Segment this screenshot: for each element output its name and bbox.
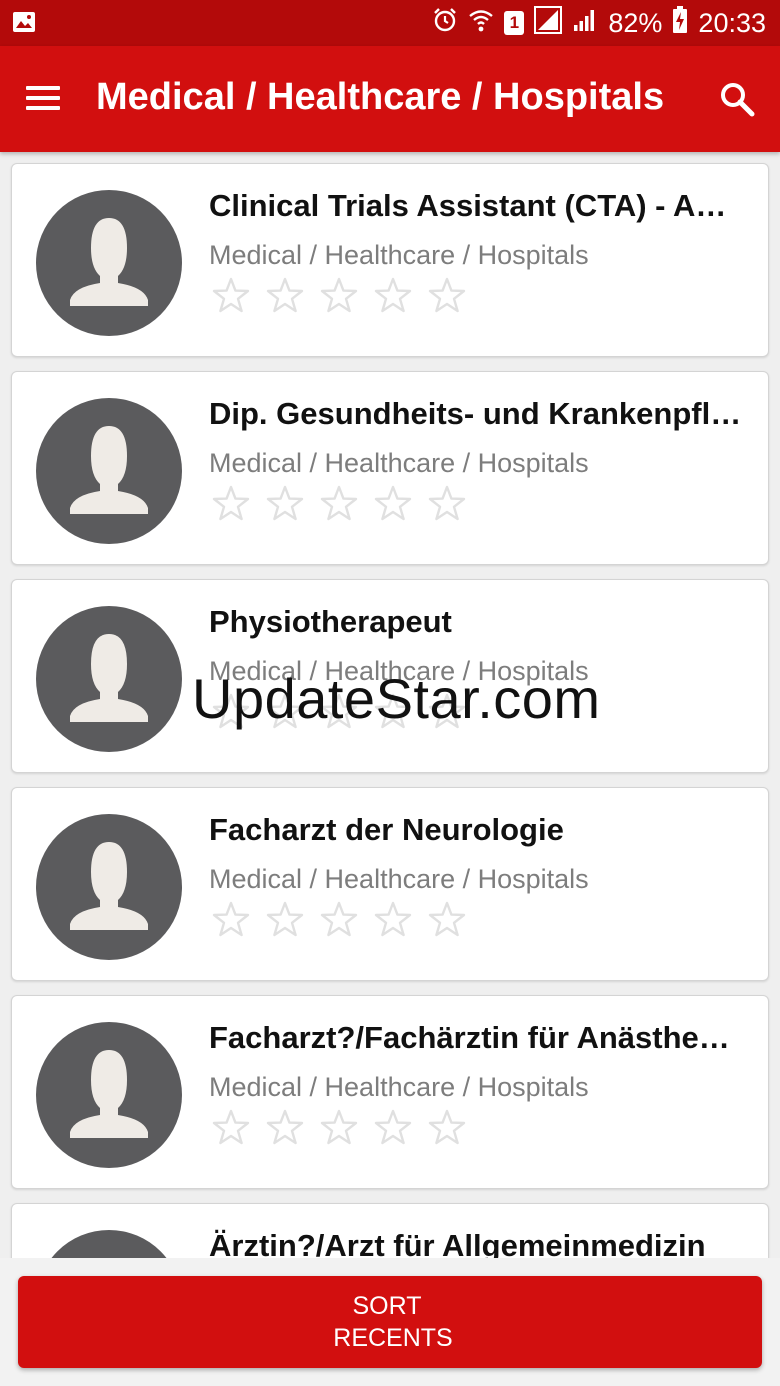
app-bar: Medical / Healthcare / Hospitals bbox=[0, 46, 780, 152]
star-icon[interactable] bbox=[265, 1108, 305, 1148]
avatar-icon bbox=[36, 398, 182, 544]
star-icon[interactable] bbox=[427, 1108, 467, 1148]
clock: 20:33 bbox=[698, 7, 766, 38]
page-title: Medical / Healthcare / Hospitals bbox=[96, 76, 665, 118]
search-icon[interactable] bbox=[718, 80, 756, 118]
job-card[interactable]: Clinical Trials Assistant (CTA) - A… Medi… bbox=[11, 163, 769, 357]
star-icon[interactable] bbox=[427, 900, 467, 940]
job-title: Ärztin?/Arzt für Allgemeinmedizin bbox=[209, 1228, 706, 1258]
job-card[interactable]: Dip. Gesundheits- und Krankenpfl… Medical… bbox=[11, 371, 769, 565]
star-icon[interactable] bbox=[373, 276, 413, 316]
job-category: Medical / Healthcare / Hospitals bbox=[209, 864, 589, 894]
star-icon[interactable] bbox=[211, 484, 251, 524]
job-title: Physiotherapeut bbox=[209, 604, 452, 639]
job-category: Medical / Healthcare / Hospitals bbox=[209, 240, 589, 270]
star-icon[interactable] bbox=[265, 484, 305, 524]
sort-label: SORT bbox=[352, 1292, 422, 1320]
signal-icon bbox=[534, 5, 563, 41]
star-icon[interactable] bbox=[211, 1108, 251, 1148]
job-card[interactable]: Facharzt?/Fachärztin für Anästhe… Medical… bbox=[11, 995, 769, 1189]
watermark: UpdateStar.com bbox=[192, 667, 601, 730]
star-icon[interactable] bbox=[319, 900, 359, 940]
battery-icon bbox=[672, 5, 688, 41]
job-category: Medical / Healthcare / Hospitals bbox=[209, 448, 589, 478]
alarm-icon bbox=[432, 7, 458, 40]
job-title: Facharzt?/Fachärztin für Anästhe… bbox=[209, 1020, 730, 1055]
job-card[interactable]: Ärztin?/Arzt für AllgemeinmedizinMedical… bbox=[11, 1203, 769, 1258]
star-icon[interactable] bbox=[265, 900, 305, 940]
job-category: Medical / Healthcare / Hospitals bbox=[209, 1072, 589, 1102]
status-bar: 1 82% 20:33 bbox=[0, 0, 780, 46]
star-rating[interactable] bbox=[211, 900, 467, 940]
signal-icon bbox=[572, 7, 598, 40]
star-icon[interactable] bbox=[373, 1108, 413, 1148]
star-icon[interactable] bbox=[319, 276, 359, 316]
star-rating[interactable] bbox=[211, 484, 467, 524]
star-icon[interactable] bbox=[319, 484, 359, 524]
star-rating[interactable] bbox=[211, 1108, 467, 1148]
avatar-icon bbox=[36, 814, 182, 960]
avatar-icon bbox=[36, 1022, 182, 1168]
avatar-icon bbox=[36, 606, 182, 752]
star-rating[interactable] bbox=[211, 276, 467, 316]
wifi-icon bbox=[468, 7, 494, 40]
sort-recents-button[interactable]: SORT RECENTS bbox=[18, 1276, 762, 1368]
job-title: Dip. Gesundheits- und Krankenpfl… bbox=[209, 396, 742, 431]
avatar-icon bbox=[36, 190, 182, 336]
battery-percent: 82% bbox=[608, 7, 663, 38]
star-icon[interactable] bbox=[211, 900, 251, 940]
job-title: Clinical Trials Assistant (CTA) - A… bbox=[209, 188, 727, 223]
job-title: Facharzt der Neurologie bbox=[209, 812, 564, 847]
star-icon[interactable] bbox=[265, 276, 305, 316]
star-icon[interactable] bbox=[373, 484, 413, 524]
star-icon[interactable] bbox=[427, 276, 467, 316]
star-icon[interactable] bbox=[211, 276, 251, 316]
star-icon[interactable] bbox=[373, 900, 413, 940]
sim-badge: 1 bbox=[504, 11, 525, 35]
job-card[interactable]: Facharzt der Neurologie Medical / Healthc… bbox=[11, 787, 769, 981]
sort-sublabel: RECENTS bbox=[333, 1324, 453, 1352]
avatar-icon bbox=[36, 1230, 182, 1258]
image-icon bbox=[12, 10, 36, 34]
star-icon[interactable] bbox=[427, 484, 467, 524]
app-screen: 1 82% 20:33 Medical / Healthcare / Hospi… bbox=[0, 0, 780, 1386]
star-icon[interactable] bbox=[319, 1108, 359, 1148]
menu-icon[interactable] bbox=[24, 82, 64, 116]
bottom-bar: SORT RECENTS bbox=[0, 1258, 780, 1386]
